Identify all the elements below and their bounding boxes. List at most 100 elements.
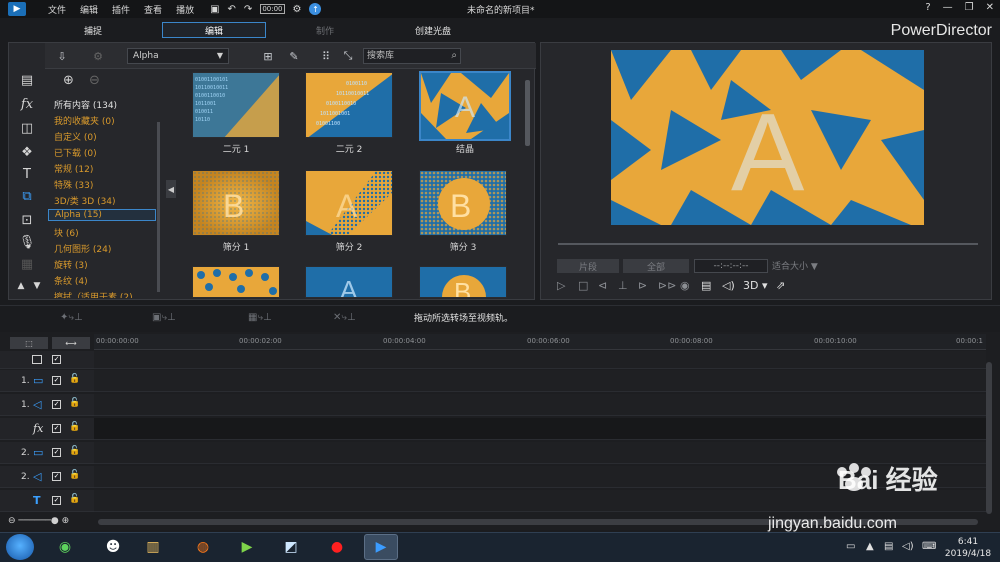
category-rotate[interactable]: 旋转 (3) <box>54 258 88 271</box>
lock-icon[interactable]: 🔓 <box>69 398 80 408</box>
title-room-icon[interactable]: T <box>18 165 36 183</box>
category-all[interactable]: 所有内容 (134) <box>54 98 117 111</box>
voiceover-mic-icon[interactable]: 🎙 <box>18 233 36 251</box>
preview-window[interactable]: A <box>611 50 924 225</box>
add-to-timeline-icon[interactable]: ⊞ <box>261 49 275 63</box>
media-player-icon[interactable]: ▶ <box>230 534 264 560</box>
zoom-slider[interactable]: ⊖ ──────● ⊕ <box>8 516 69 526</box>
category-alpha[interactable]: Alpha (15) <box>48 209 156 221</box>
track-enable-checkbox[interactable]: ✓ <box>52 448 61 457</box>
search-input[interactable]: 搜索库 ⌕ <box>363 48 461 64</box>
filter-dropdown[interactable]: Alpha ▼ <box>127 48 229 64</box>
fx-room-icon[interactable]: fx <box>18 95 36 113</box>
lock-icon[interactable]: 🔓 <box>69 470 80 480</box>
transition-thumb-row3-1[interactable] <box>192 266 280 298</box>
tools-menu-icon[interactable]: ▣⤷⊥ <box>152 312 176 323</box>
particle-room-icon[interactable]: ❖ <box>18 143 36 161</box>
transition-thumb-row3-2[interactable]: A <box>305 266 393 298</box>
category-scrollbar[interactable] <box>157 122 160 292</box>
app-360-icon[interactable]: ◉ <box>48 534 82 560</box>
import-icon[interactable]: ⇩ <box>55 49 69 63</box>
volume-tray-icon[interactable]: ◁) <box>902 541 914 552</box>
lock-icon[interactable]: 🔓 <box>69 446 80 456</box>
preview-timecode[interactable]: --:--:--:-- <box>694 259 768 273</box>
track-enable-checkbox[interactable]: ✓ <box>52 496 61 505</box>
chapter-room-icon[interactable]: ▦ <box>18 255 36 273</box>
category-wipe[interactable]: 擦拭（适用于素 (2) <box>54 290 133 298</box>
category-special[interactable]: 特殊 (33) <box>54 178 93 191</box>
track-enable-checkbox[interactable]: ✓ <box>52 424 61 433</box>
movie-mode-button[interactable]: 全部 <box>623 259 689 273</box>
fast-forward-icon[interactable]: ⊳⊳ <box>658 279 676 292</box>
stop-icon[interactable]: □ <box>578 279 588 292</box>
collapse-panel-icon[interactable]: ◀ <box>166 180 176 198</box>
preview-seek-bar[interactable] <box>558 243 978 245</box>
lock-icon[interactable]: 🔓 <box>69 494 80 504</box>
transition-thumb-sieve-2[interactable]: A <box>305 170 393 236</box>
network-tray-icon[interactable]: ▤ <box>884 541 893 552</box>
tray-expand-icon[interactable]: ▲ <box>866 541 874 552</box>
timeline-ruler[interactable]: 00:00:00:00 00:00:02:00 00:00:04:00 00:0… <box>94 334 986 350</box>
track-enable-checkbox[interactable]: ✓ <box>52 376 61 385</box>
category-custom[interactable]: 自定义 (0) <box>54 130 97 143</box>
timeline-lane-fx[interactable] <box>94 418 986 440</box>
save-icon[interactable]: ▣ <box>210 4 219 15</box>
file-explorer-icon[interactable]: ▥ <box>136 534 170 560</box>
previous-frame-icon[interactable]: ⊲ <box>598 279 607 292</box>
split-icon[interactable]: ⊥ <box>618 279 628 292</box>
category-favorites[interactable]: 我的收藏夹 (0) <box>54 114 115 127</box>
lock-icon[interactable]: 🔓 <box>69 422 80 432</box>
clip-mode-button[interactable]: 片段 <box>557 259 619 273</box>
tab-capture[interactable]: 捕捉 <box>62 22 124 38</box>
scroll-down-icon[interactable]: ▼ <box>28 277 46 295</box>
track-view-icon[interactable] <box>32 355 42 364</box>
language-tray-icon[interactable]: ⌨ <box>922 541 936 552</box>
category-downloaded[interactable]: 已下载 (0) <box>54 146 97 159</box>
system-clock[interactable]: 6:41 2019/4/18 <box>942 536 994 560</box>
transition-thumb-sieve-1[interactable]: B <box>192 170 280 236</box>
snapshot-icon[interactable]: ◉ <box>680 279 690 292</box>
menu-playback[interactable]: 播放 <box>176 3 194 16</box>
undock-icon[interactable]: ⇗ <box>776 279 785 292</box>
timeline-vertical-scrollbar[interactable] <box>986 362 992 514</box>
edit-transition-icon[interactable]: ✎ <box>287 49 301 63</box>
lock-icon[interactable]: 🔓 <box>69 374 80 384</box>
3d-mode-dropdown[interactable]: 3D ▾ <box>743 279 768 292</box>
resize-icon[interactable]: ⤡ <box>341 49 355 63</box>
tab-produce[interactable]: 制作 <box>294 22 356 38</box>
transition-thumb-crystal[interactable]: A <box>419 71 511 141</box>
plugin-icon[interactable]: ⚙ <box>91 49 105 63</box>
screen-capture-icon[interactable]: ◩ <box>274 534 308 560</box>
qq-icon[interactable]: ☻ <box>96 534 130 560</box>
next-frame-icon[interactable]: ⊳ <box>638 279 647 292</box>
track-manager-icon[interactable]: ✦⤷⊥ <box>60 312 83 323</box>
menu-file[interactable]: 文件 <box>48 3 66 16</box>
transition-thumb-binary-1[interactable]: 01001100101 10110010011 0100110010 1011001… <box>192 72 280 138</box>
storyboard-view-button[interactable]: ⬚ <box>10 337 48 349</box>
close-icon[interactable]: ✕ <box>986 2 994 13</box>
help-icon[interactable]: ? <box>925 2 930 13</box>
settings-gear-icon[interactable]: ⚙ <box>293 4 302 15</box>
category-geometric[interactable]: 几何图形 (24) <box>54 242 111 255</box>
minimize-icon[interactable]: — <box>943 2 953 13</box>
undo-icon[interactable]: ↶ <box>228 4 236 15</box>
category-stripe[interactable]: 条纹 (4) <box>54 274 88 287</box>
search-icon[interactable]: ⌕ <box>451 49 457 63</box>
category-3d[interactable]: 3D/类 3D (34) <box>54 194 116 207</box>
timecode-badge[interactable]: 00:00 <box>260 4 285 14</box>
timeline-lane-audio-1[interactable] <box>94 394 986 416</box>
tab-create-disc[interactable]: 创建光盘 <box>400 22 466 38</box>
windows-start-button[interactable] <box>6 534 34 560</box>
play-icon[interactable]: ▷ <box>557 279 565 292</box>
pip-room-icon[interactable]: ◫ <box>18 119 36 137</box>
redo-icon[interactable]: ↷ <box>244 4 252 15</box>
powerdirector-taskbar-icon[interactable]: ▶ <box>364 534 398 560</box>
keyframe-icon[interactable]: ✕⤷⊥ <box>333 312 356 323</box>
menu-plugins[interactable]: 插件 <box>112 3 130 16</box>
firefox-icon[interactable]: ◍ <box>186 534 220 560</box>
timeline-lane-video-1[interactable] <box>94 370 986 392</box>
keyboard-tray-icon[interactable]: ▭ <box>846 541 855 552</box>
track-enable-checkbox[interactable]: ✓ <box>52 472 61 481</box>
upgrade-badge-icon[interactable]: ↑ <box>309 3 322 15</box>
transition-thumb-binary-2[interactable]: 0100110 10110010011 0100110010 1011001001 0… <box>305 72 393 138</box>
